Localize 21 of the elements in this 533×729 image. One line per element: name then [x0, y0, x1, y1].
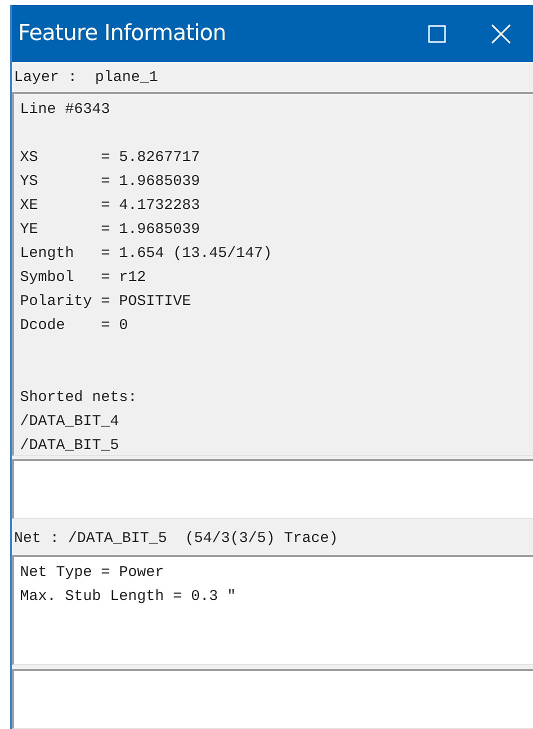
- layer-label: Layer : plane_1: [14, 68, 158, 88]
- text-field[interactable]: [12, 459, 533, 519]
- net-label: Net : /DATA_BIT_5 (54/3(3/5) Trace): [14, 529, 338, 549]
- close-icon: [491, 24, 511, 44]
- attribute-line: YS = 1.9685039: [20, 172, 200, 192]
- attribute-line: XS = 5.8267717: [20, 148, 200, 168]
- net-detail-line: Net Type = Power: [20, 563, 164, 583]
- attribute-line: Symbol = r12: [20, 268, 146, 288]
- attribute-line: Polarity = POSITIVE: [20, 292, 192, 312]
- text-field[interactable]: [12, 669, 533, 729]
- net-name: /DATA_BIT_5: [20, 436, 120, 456]
- attribute-line: Length = 1.654 (13.45/147): [20, 244, 272, 264]
- feature-heading: Line #6343: [20, 100, 110, 120]
- maximize-icon: [428, 24, 446, 42]
- shorted-nets-title: Shorted nets:: [20, 388, 138, 408]
- net-name: /DATA_BIT_4: [20, 412, 120, 432]
- net-detail-line: Max. Stub Length = 0.3 ": [20, 587, 236, 607]
- attribute-line: XE = 4.1732283: [20, 196, 200, 216]
- attribute-line: Dcode = 0: [20, 316, 128, 336]
- window-title: Feature Information: [18, 21, 227, 46]
- attribute-line: YE = 1.9685039: [20, 220, 200, 240]
